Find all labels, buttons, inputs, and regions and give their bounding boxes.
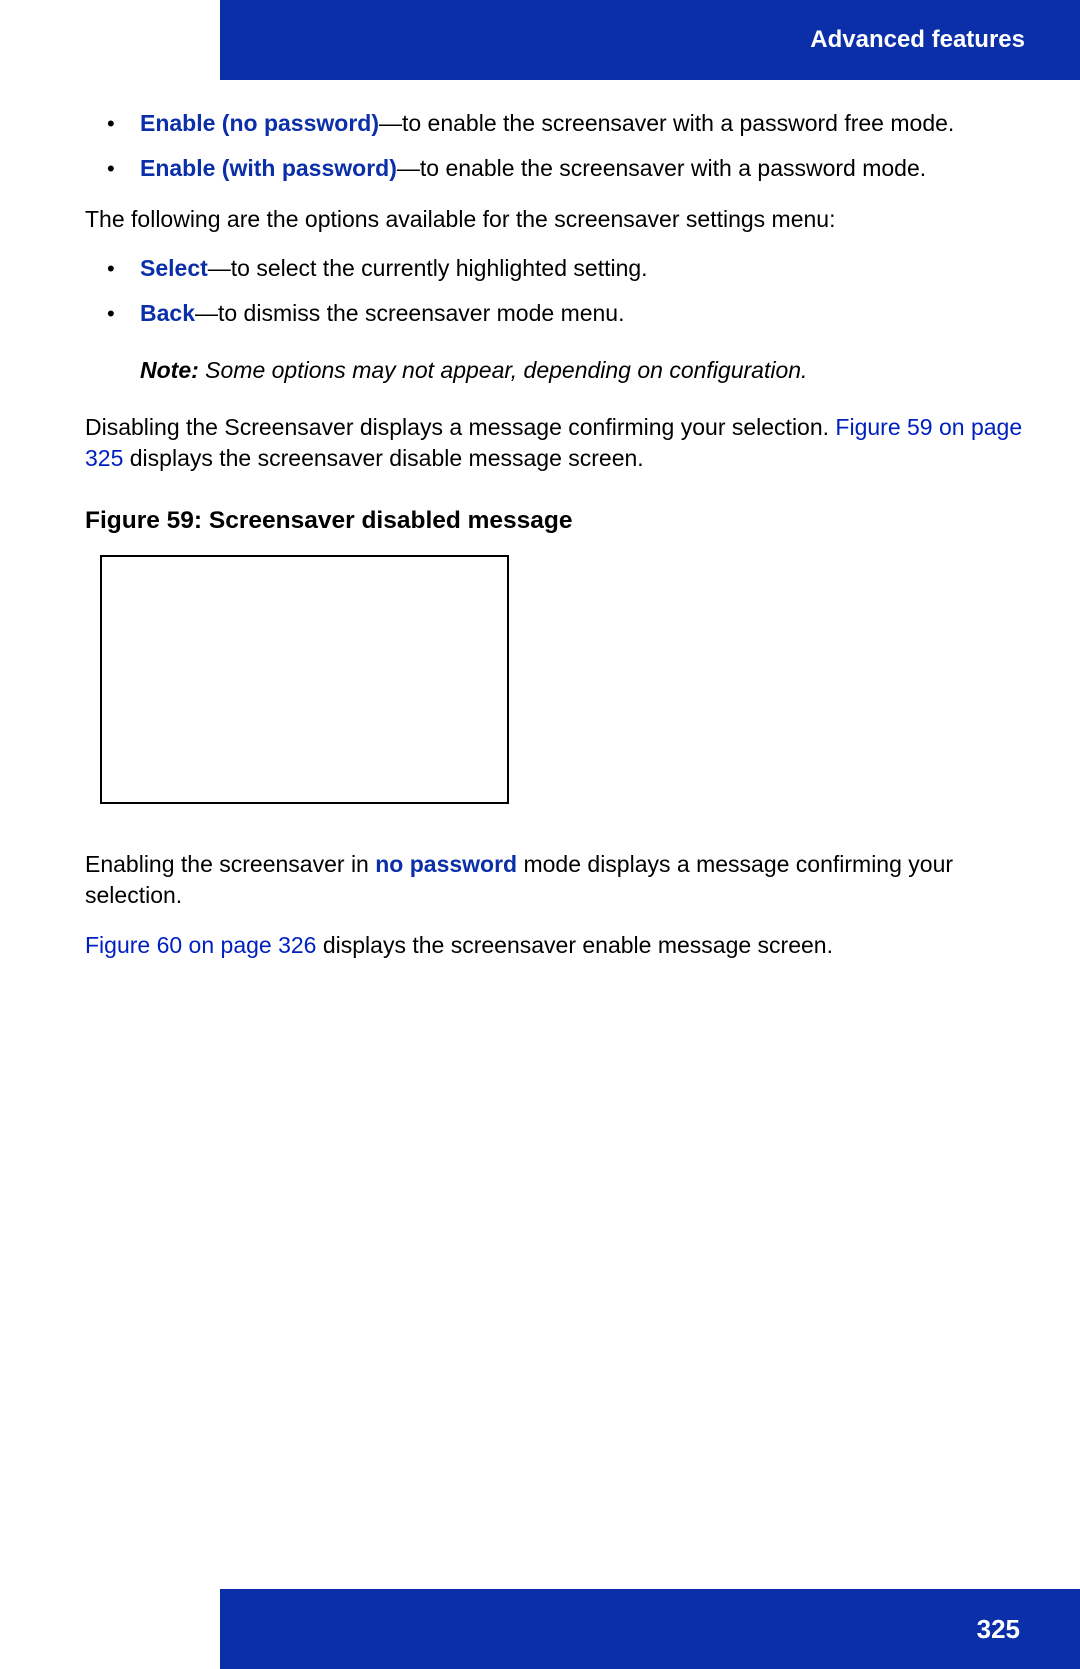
page-number: 325 bbox=[977, 1614, 1020, 1645]
bullet-icon bbox=[85, 298, 140, 329]
term-back: Back bbox=[140, 300, 195, 326]
bullet-text: Select—to select the currently highlight… bbox=[140, 253, 1025, 284]
paragraph-options-intro: The following are the options available … bbox=[85, 204, 1025, 235]
bullet-rest: —to select the currently highlighted set… bbox=[208, 255, 648, 281]
bullet-rest: —to enable the screensaver with a passwo… bbox=[397, 155, 926, 181]
bullet-rest: —to enable the screensaver with a passwo… bbox=[379, 110, 954, 136]
figure-title: Figure 59: Screensaver disabled message bbox=[85, 504, 1025, 537]
text-pre: Enabling the screensaver in bbox=[85, 851, 375, 877]
term-enable-with-password: Enable (with password) bbox=[140, 155, 397, 181]
bullet-icon bbox=[85, 108, 140, 139]
bullet-icon bbox=[85, 253, 140, 284]
list-item: Select—to select the currently highlight… bbox=[85, 253, 1025, 284]
bullet-icon bbox=[85, 153, 140, 184]
link-figure-60[interactable]: Figure 60 on page 326 bbox=[85, 932, 316, 958]
figure-placeholder bbox=[100, 555, 509, 804]
note: Note: Some options may not appear, depen… bbox=[140, 355, 1025, 386]
bullet-rest: —to dismiss the screensaver mode menu. bbox=[195, 300, 625, 326]
text-pre: Disabling the Screensaver displays a mes… bbox=[85, 414, 835, 440]
paragraph-disable: Disabling the Screensaver displays a mes… bbox=[85, 412, 1025, 474]
list-item: Enable (with password)—to enable the scr… bbox=[85, 153, 1025, 184]
page-header: Advanced features bbox=[220, 0, 1080, 80]
bullet-text: Back—to dismiss the screensaver mode men… bbox=[140, 298, 1025, 329]
list-item: Enable (no password)—to enable the scree… bbox=[85, 108, 1025, 139]
page-content: Enable (no password)—to enable the scree… bbox=[85, 108, 1025, 979]
bullet-text: Enable (no password)—to enable the scree… bbox=[140, 108, 1025, 139]
text-post: displays the screensaver disable message… bbox=[123, 445, 643, 471]
text-post: displays the screensaver enable message … bbox=[316, 932, 833, 958]
paragraph-figure-60: Figure 60 on page 326 displays the scree… bbox=[85, 930, 1025, 961]
term-enable-no-password: Enable (no password) bbox=[140, 110, 379, 136]
term-select: Select bbox=[140, 255, 208, 281]
bullet-text: Enable (with password)—to enable the scr… bbox=[140, 153, 1025, 184]
page-footer: 325 bbox=[220, 1589, 1080, 1669]
term-no-password: no password bbox=[375, 851, 517, 877]
paragraph-enable: Enabling the screensaver in no password … bbox=[85, 849, 1025, 911]
note-text: Some options may not appear, depending o… bbox=[199, 357, 808, 383]
list-item: Back—to dismiss the screensaver mode men… bbox=[85, 298, 1025, 329]
header-title: Advanced features bbox=[810, 26, 1025, 54]
note-label: Note: bbox=[140, 357, 199, 383]
bullet-list-modes: Enable (no password)—to enable the scree… bbox=[85, 108, 1025, 184]
bullet-list-options: Select—to select the currently highlight… bbox=[85, 253, 1025, 329]
